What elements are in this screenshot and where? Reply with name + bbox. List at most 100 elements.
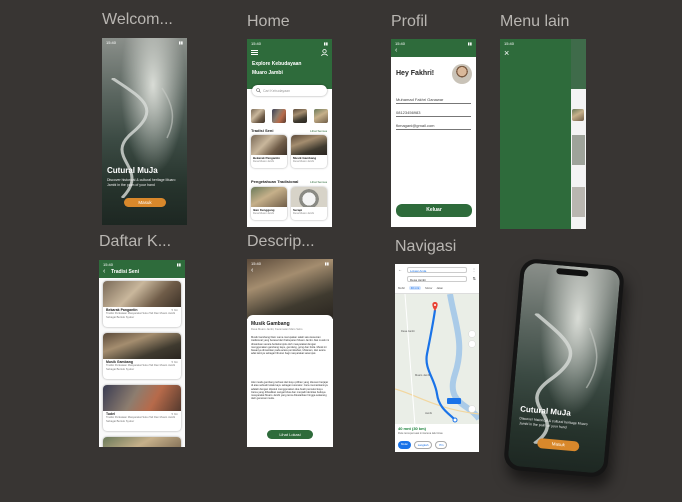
battery-icon: ▮▮	[178, 40, 183, 45]
list-item-image	[103, 385, 181, 411]
card-image	[291, 135, 327, 155]
compass-icon	[468, 340, 476, 348]
label-profil: Profil	[391, 13, 428, 30]
back-icon[interactable]: ‹	[395, 47, 397, 54]
status-bar: 15:40 ▮▮	[102, 38, 187, 47]
menu-icon[interactable]	[251, 50, 258, 55]
status-bar: 15:40 ▮▮	[99, 260, 185, 269]
status-time: 15:40	[106, 40, 117, 45]
status-time: 15:40	[251, 261, 262, 266]
card-image	[251, 135, 287, 155]
label-descrip: Descrip...	[247, 233, 315, 250]
section-title-pengetahuan: Pengetahuan Tradisional	[251, 179, 299, 184]
descrip-body-2: Alat musik gambang terbuat dari kayu pil…	[251, 381, 329, 401]
mode-time[interactable]: 40 mnt	[408, 286, 422, 290]
search-icon	[256, 88, 261, 93]
route-header: ← Lokasi Anda Desa Jambi ⋮ ⇅ Mobil 40 mn…	[395, 264, 479, 294]
side-drawer: 15:40 ×	[500, 39, 571, 229]
descrip-title: Musik Gambang	[251, 321, 290, 327]
status-bar: 15:40 ▮▮	[247, 39, 332, 48]
label-navigasi: Navigasi	[395, 238, 457, 255]
profil-screen: 15:40 ▮▮ ‹ Hey Fakhri! Muhamad Fakhri Gan…	[391, 39, 476, 227]
name-field[interactable]: Muhamad Fakhri Ganawar	[396, 97, 471, 104]
close-icon[interactable]: ×	[504, 48, 509, 58]
card-sub: Desa Muaro Jambi	[253, 160, 274, 163]
welcome-screen: 15:40 ▮▮ Cutural MuJa Discover historical…	[102, 38, 187, 225]
map-place-label: Desa Jambi	[401, 330, 415, 333]
navigasi-screen: ← Lokasi Anda Desa Jambi ⋮ ⇅ Mobil 40 mn…	[395, 264, 479, 452]
list-item-desc: Tradisi Perkataan Masyarakat Suku Tali D…	[106, 364, 176, 371]
status-bar: 15:40 ▮▮	[391, 39, 476, 48]
welcome-subtitle: Discover historical & cultural heritage …	[107, 178, 176, 187]
search-input[interactable]: Cari Kebudayaan	[252, 85, 327, 96]
start-button[interactable]: Mulai	[398, 441, 411, 449]
category-thumb[interactable]	[293, 109, 307, 123]
descrip-screen: 15:40 ▮▮ ‹ Musik Gambang Desa Muaro Jambi…	[247, 259, 333, 447]
mode-motor[interactable]: Motor	[425, 286, 432, 290]
list-item-meta: 5 bln	[171, 360, 178, 364]
see-all-link[interactable]: Lihat Semua	[310, 129, 327, 133]
label-welcome: Welcom...	[102, 11, 173, 28]
list-item[interactable]: Musik Gambang 5 bln Tradisi Perkataan Ma…	[103, 333, 181, 379]
masuk-button[interactable]: Masuk	[124, 198, 166, 207]
status-time: 15:40	[251, 41, 262, 46]
route-map[interactable]	[395, 294, 479, 426]
list-item[interactable]	[103, 437, 181, 447]
descrip-body-1: Musik Gambang Dam Lama merupakan salah s…	[251, 336, 329, 356]
label-menu-lain: Menu lain	[500, 13, 570, 30]
daftar-header: 15:40 ▮▮ ‹ Tradisi Seni	[99, 260, 185, 278]
my-location-icon	[468, 405, 476, 413]
list-item-image	[103, 437, 181, 447]
email-field[interactable]: fkmagani@gmail.com	[396, 123, 471, 130]
map-place-label: Muaro Jambi	[415, 374, 430, 377]
mode-car[interactable]: Mobil	[398, 286, 405, 290]
travel-modes: Mobil 40 mnt Motor Jalan	[398, 286, 443, 290]
avatar[interactable]	[452, 64, 472, 84]
card-image	[291, 187, 327, 207]
list-item[interactable]: Tudel 5 bln Tradisi Perkataan Masyarakat…	[103, 385, 181, 431]
card-sub: Desa Muaro Jambi	[293, 160, 314, 163]
list-item-meta: 5 bln	[171, 412, 178, 416]
back-icon[interactable]: ‹	[103, 268, 105, 275]
culture-card[interactable]: Serapi Desa Muaro Jambi	[291, 187, 327, 220]
card-sub: Desa Muaro Jambi	[253, 212, 274, 215]
status-time: 15:40	[103, 262, 114, 267]
pin-button[interactable]: Pin	[435, 441, 448, 449]
map-place-label: Jambi	[425, 412, 432, 415]
swap-icon[interactable]: ⇅	[473, 276, 476, 281]
battery-icon: ▮▮	[323, 41, 328, 46]
description-sheet: Musik Gambang Desa Muaro Jambi, Kecamata…	[247, 315, 333, 447]
lihat-lokasi-button[interactable]: Lihat Lokasi	[267, 430, 313, 439]
profil-header: 15:40 ▮▮ ‹	[391, 39, 476, 57]
card-image	[251, 187, 287, 207]
hero-image: 15:40 ▮▮ ‹	[247, 259, 333, 319]
steps-button[interactable]: Langkah	[413, 441, 433, 449]
see-all-link[interactable]: Lihat Semua	[310, 180, 327, 184]
home-title-line1: Explore Kebudayaan	[252, 61, 302, 67]
culture-card[interactable]: Bekarak Pangantin Desa Muaro Jambi	[251, 135, 287, 168]
culture-card[interactable]: Musik Gambang Desa Muaro Jambi	[291, 135, 327, 168]
destination-input[interactable]: Desa Jambi	[407, 276, 467, 282]
category-thumb[interactable]	[251, 109, 265, 123]
culture-card[interactable]: Ikan Kenggang Desa Muaro Jambi	[251, 187, 287, 220]
keluar-button[interactable]: Keluar	[396, 204, 472, 217]
status-time: 15:40	[504, 41, 515, 46]
user-icon[interactable]	[321, 49, 328, 56]
phone-notch	[556, 267, 589, 277]
phone-screen: Cutural MuJa Discover historical & cultu…	[507, 262, 621, 474]
menu-lain-screen: 15:40 ×	[500, 39, 586, 229]
category-thumb[interactable]	[314, 109, 328, 123]
back-icon[interactable]: ‹	[251, 267, 253, 274]
phone-field[interactable]: 08123456983	[396, 110, 471, 117]
descrip-subtitle: Desa Muaro Jambi, Kecamatan Maro Sebo	[251, 328, 303, 331]
category-thumb[interactable]	[272, 109, 286, 123]
route-actions: Mulai Langkah Pin	[398, 441, 448, 449]
origin-input[interactable]: Lokasi Anda	[407, 267, 467, 273]
battery-icon: ▮▮	[176, 262, 181, 267]
list-item[interactable]: Bekarak Pangantin 5 bln Tradisi Perkataa…	[103, 281, 181, 327]
back-icon[interactable]: ←	[398, 267, 402, 272]
list-item-image	[103, 281, 181, 307]
more-icon[interactable]: ⋮	[472, 267, 476, 272]
list-item-image	[103, 333, 181, 359]
mode-walk[interactable]: Jalan	[436, 286, 443, 290]
